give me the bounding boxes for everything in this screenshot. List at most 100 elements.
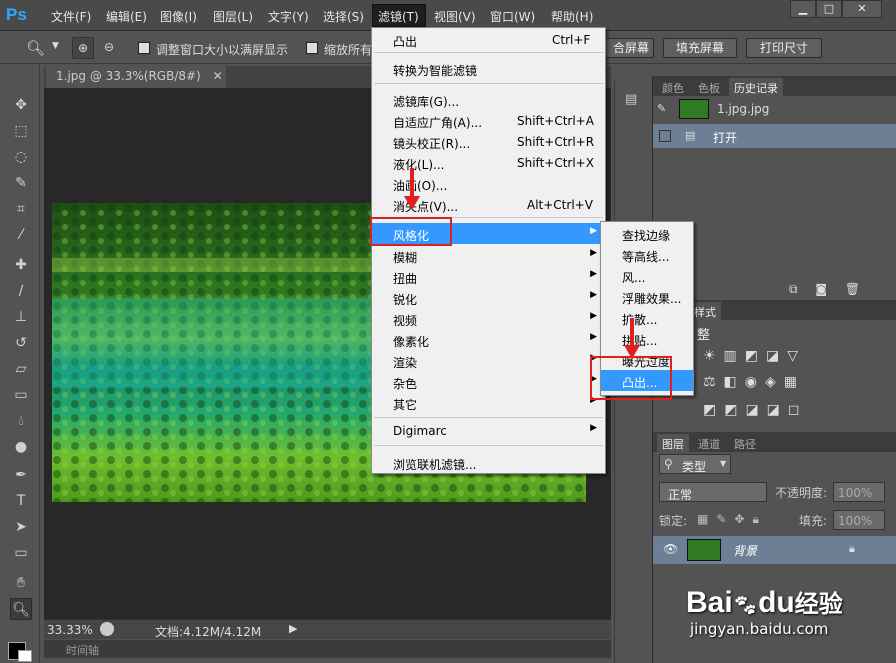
dodge-tool-icon[interactable]: ● (10, 436, 32, 458)
layer-row-background[interactable]: 👁︎ 背景 🔒︎ (653, 536, 896, 564)
background-color-swatch[interactable] (18, 650, 32, 662)
menu-item-other[interactable]: 其它 ▶ (372, 392, 605, 413)
history-state-checkbox[interactable] (659, 130, 671, 142)
menu-item-distort[interactable]: 扭曲 ▶ (372, 266, 605, 287)
healing-brush-icon[interactable]: ✚ (10, 254, 32, 276)
tab-paths[interactable]: 路径 (729, 434, 761, 452)
annotation-arrow-shaft-2 (630, 318, 634, 348)
menu-layer[interactable]: 图层(L) (213, 8, 253, 25)
camera-icon[interactable]: ◙ (815, 282, 827, 296)
zoom-level[interactable]: 33.33% (47, 623, 93, 637)
menu-item-oil-paint[interactable]: 油画(O)... (372, 173, 605, 194)
menu-item-browse-online[interactable]: 浏览联机滤镜... (372, 452, 605, 473)
minimize-icon[interactable]: ▁ (790, 0, 816, 18)
adjustment-icons-row1[interactable]: ☀▥◩◪▽ (703, 348, 806, 364)
tab-layers[interactable]: 图层 (657, 434, 689, 452)
panel-icon[interactable]: ▤ (625, 92, 643, 108)
tab-swatches[interactable]: 色板 (693, 78, 725, 96)
menu-item-last-filter[interactable]: 凸出 Ctrl+F (372, 29, 605, 50)
menu-item-liquify[interactable]: 液化(L)... Shift+Ctrl+X (372, 152, 605, 173)
maximize-icon[interactable]: □ (816, 0, 842, 18)
gradient-tool-icon[interactable]: ▭ (10, 384, 32, 406)
zoom-out-icon[interactable]: ⊖ (98, 37, 120, 59)
timeline-panel-tab[interactable]: 时间轴 (44, 640, 611, 658)
eye-icon[interactable]: 👁︎ (663, 542, 678, 556)
menu-item-filter-gallery[interactable]: 滤镜库(G)... (372, 89, 605, 110)
type-tool-icon[interactable]: T (10, 490, 32, 512)
menu-edit[interactable]: 编辑(E) (106, 8, 147, 25)
hand-tool-icon[interactable]: ✋︎ (10, 572, 32, 594)
menu-help[interactable]: 帮助(H) (551, 8, 593, 25)
menu-image[interactable]: 图像(I) (160, 8, 197, 25)
blend-mode-select[interactable]: 正常 (659, 482, 767, 502)
menu-item-blur[interactable]: 模糊 ▶ (372, 245, 605, 266)
menu-type[interactable]: 文字(Y) (268, 8, 309, 25)
menu-item-lens-correction[interactable]: 镜头校正(R)... Shift+Ctrl+R (372, 131, 605, 152)
fit-screen-button[interactable]: 合屏幕 (600, 38, 654, 58)
menu-item-render[interactable]: 渲染 ▶ (372, 350, 605, 371)
quick-select-tool-icon[interactable]: ✎ (10, 172, 32, 194)
status-menu-arrow-icon[interactable]: ▶ (289, 622, 297, 635)
status-info-icon[interactable] (100, 622, 114, 636)
watermark-url: jingyan.baidu.com (690, 620, 829, 638)
blur-tool-icon[interactable]: 💧︎ (10, 410, 32, 432)
submenu-item-emboss[interactable]: 浮雕效果... (601, 286, 693, 307)
menu-item-convert-smart[interactable]: 转换为智能滤镜 (372, 58, 605, 79)
clone-stamp-icon[interactable]: ⊥ (10, 306, 32, 328)
submenu-item-find-edges[interactable]: 查找边缘 (601, 223, 693, 244)
crop-tool-icon[interactable]: ⌗ (10, 198, 32, 220)
menu-item-pixelate[interactable]: 像素化 ▶ (372, 329, 605, 350)
fill-input[interactable]: 100% (833, 510, 885, 530)
eraser-tool-icon[interactable]: ▱ (10, 358, 32, 380)
history-snapshot[interactable]: ✎ 1.jpg.jpg (653, 96, 896, 122)
watermark-brand: Bai (686, 586, 733, 619)
menu-item-sharpen[interactable]: 锐化 ▶ (372, 287, 605, 308)
history-state[interactable]: ▤ 打开 (653, 124, 896, 148)
fill-screen-button[interactable]: 填充屏幕 (663, 38, 737, 58)
adjustment-icons-row2[interactable]: ⚖◧◉◈▦ (703, 374, 805, 390)
menu-item-video[interactable]: 视频 ▶ (372, 308, 605, 329)
lock-icons[interactable]: ▦✎✥🔒︎ (697, 512, 767, 527)
fill-label: 填充: (799, 514, 828, 528)
tab-color[interactable]: 颜色 (657, 78, 689, 96)
submenu-item-contour[interactable]: 等高线... (601, 244, 693, 265)
brush-tool-icon[interactable]: ∕ (10, 280, 32, 302)
document-tab[interactable]: 1.jpg @ 33.3%(RGB/8#) ✕ (46, 66, 226, 88)
path-select-icon[interactable]: ➤ (10, 516, 32, 538)
zoom-all-checkbox[interactable] (306, 42, 318, 54)
zoom-tool-icon[interactable]: 🔍︎ (26, 39, 45, 57)
menu-view[interactable]: 视图(V) (434, 8, 476, 25)
print-size-button[interactable]: 打印尺寸 (746, 38, 822, 58)
menu-item-digimarc[interactable]: Digimarc ▶ (372, 420, 605, 441)
trash-icon[interactable]: 🗑︎ (845, 282, 860, 296)
lasso-tool-icon[interactable]: ◌ (10, 146, 32, 168)
submenu-item-tiles[interactable]: 拼贴... (601, 328, 693, 349)
opacity-input[interactable]: 100% (833, 482, 885, 502)
close-icon[interactable]: ✕ (842, 0, 882, 18)
menu-select[interactable]: 选择(S) (323, 8, 364, 25)
tab-channels[interactable]: 通道 (693, 434, 725, 452)
menu-filter[interactable]: 滤镜(T) (378, 8, 419, 25)
menu-window[interactable]: 窗口(W) (490, 8, 535, 25)
menu-file[interactable]: 文件(F) (51, 8, 91, 25)
move-tool-icon[interactable]: ✥ (10, 94, 32, 116)
history-brush-icon[interactable]: ↺ (10, 332, 32, 354)
document-size: 文档:4.12M/4.12M (155, 625, 262, 639)
resize-windows-checkbox[interactable] (138, 42, 150, 54)
menu-item-adaptive-wide[interactable]: 自适应广角(A)... Shift+Ctrl+A (372, 110, 605, 131)
submenu-item-wind[interactable]: 风... (601, 265, 693, 286)
chevron-down-icon[interactable]: ▼ (52, 41, 59, 51)
submenu-item-diffuse[interactable]: 扩散... (601, 307, 693, 328)
zoom-in-icon[interactable]: ⊕ (72, 37, 94, 59)
adjustment-icons-row3[interactable]: ◩◩◪◪◻ (703, 402, 808, 418)
pen-tool-icon[interactable]: ✒ (10, 464, 32, 486)
marquee-tool-icon[interactable]: ⬚ (10, 120, 32, 142)
zoom-tool-active-icon[interactable]: 🔍︎ (10, 598, 32, 620)
layer-filter-select[interactable]: ⚲ 类型 ▼ (659, 454, 731, 474)
tab-history[interactable]: 历史记录 (729, 78, 783, 96)
close-tab-icon[interactable]: ✕ (213, 69, 223, 83)
eyedropper-tool-icon[interactable]: ⁄ (10, 224, 32, 246)
menu-item-noise[interactable]: 杂色 ▶ (372, 371, 605, 392)
shape-tool-icon[interactable]: ▭ (10, 542, 32, 564)
new-document-from-state-icon[interactable]: ⧉ (789, 282, 798, 296)
